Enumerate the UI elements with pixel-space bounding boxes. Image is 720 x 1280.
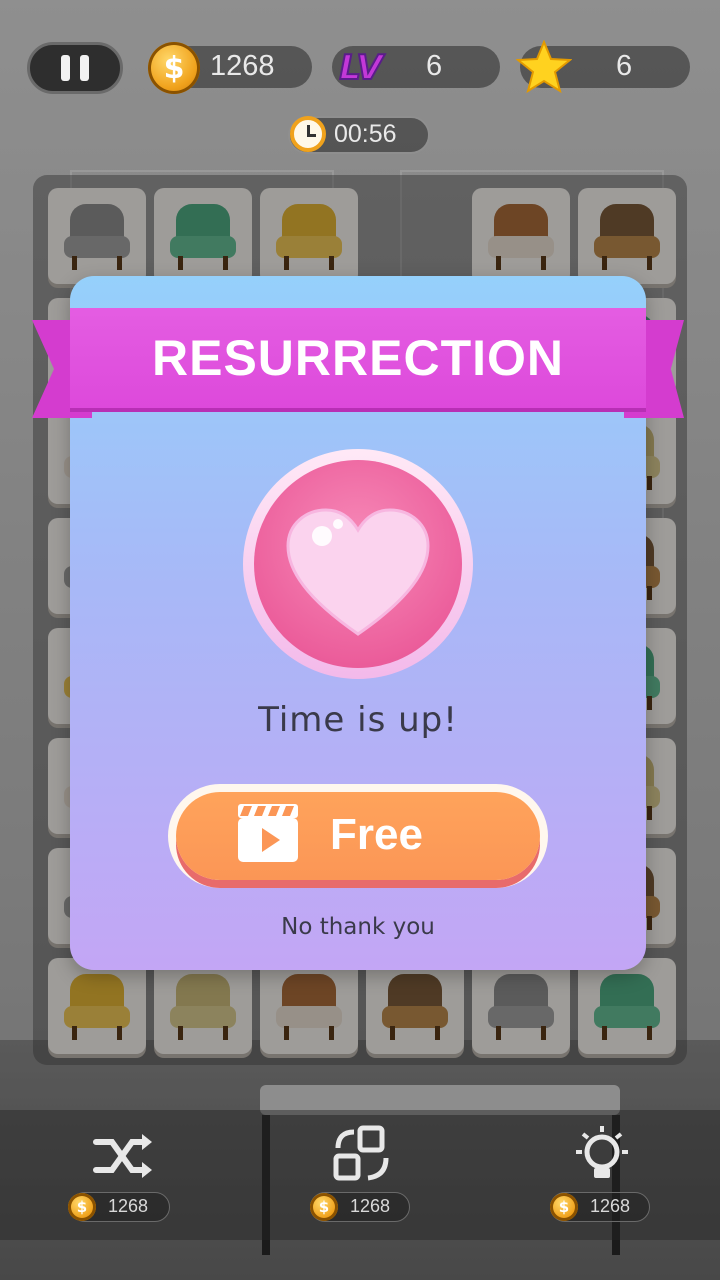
timer-value: 00:56	[334, 120, 397, 148]
star-icon	[516, 40, 572, 94]
lightbulb-icon	[576, 1126, 628, 1178]
coin-icon: $	[550, 1193, 578, 1221]
coin-icon: $	[148, 42, 200, 94]
swap-cost: 1268	[350, 1196, 391, 1216]
swap-icon	[333, 1125, 389, 1181]
heart-icon	[286, 508, 430, 636]
clock-icon	[290, 116, 326, 152]
level-value: 6	[426, 50, 443, 82]
shuffle-icon	[93, 1134, 152, 1178]
no-thank-you-link[interactable]: No thank you	[70, 914, 646, 940]
dialog-title: RESURRECTION	[151, 330, 565, 386]
star-count: 6	[616, 50, 633, 82]
dialog-title-ribbon: RESURRECTION	[70, 308, 646, 408]
level-badge: LV	[338, 47, 383, 89]
time-up-message: Time is up!	[258, 700, 458, 740]
coin-icon: $	[310, 1193, 338, 1221]
pause-button[interactable]	[27, 42, 123, 94]
free-button-label: Free	[330, 810, 423, 859]
coin-icon: $	[68, 1193, 96, 1221]
pause-icon	[61, 55, 70, 81]
shuffle-cost: 1268	[108, 1196, 149, 1216]
hint-cost: 1268	[590, 1196, 631, 1216]
video-ad-icon	[238, 804, 298, 862]
coin-count: 1268	[210, 50, 275, 82]
